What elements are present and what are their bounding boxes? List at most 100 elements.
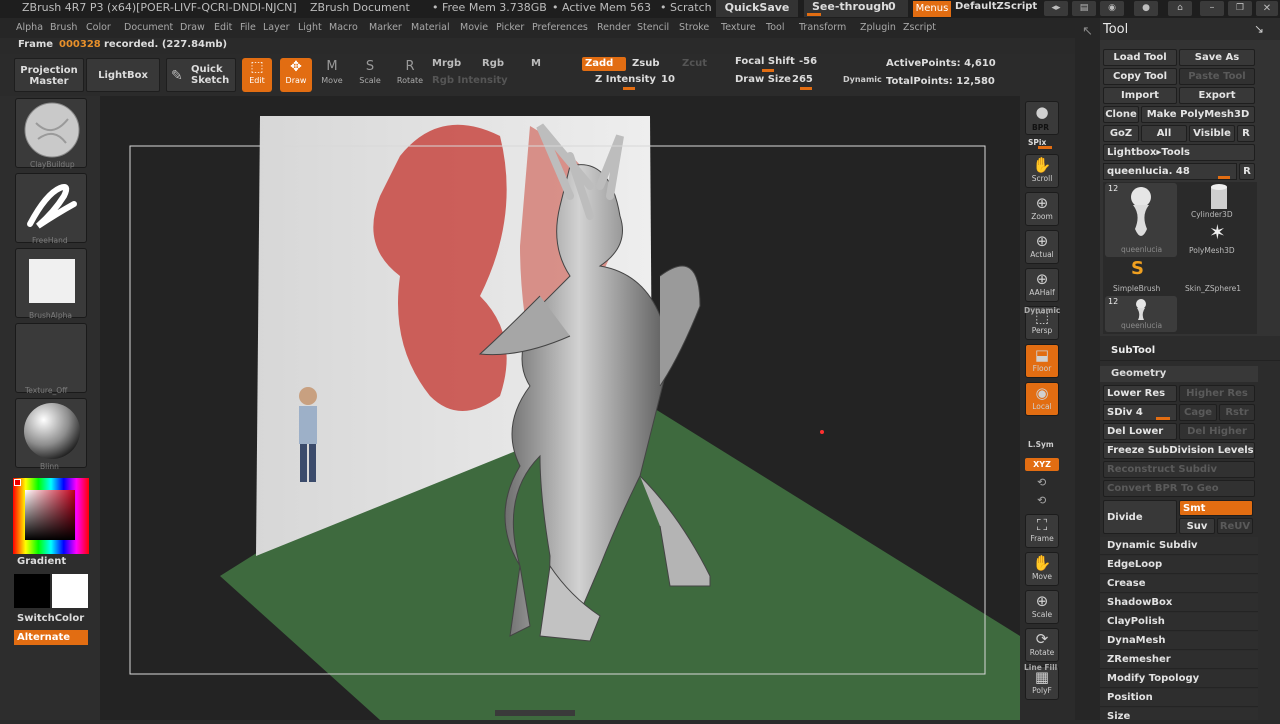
viewport-scrollbar[interactable] bbox=[495, 710, 575, 716]
lightbox-button[interactable]: LightBox bbox=[86, 58, 160, 92]
draw-mode-button[interactable]: ✥ Draw bbox=[280, 58, 312, 92]
menu-movie[interactable]: Movie bbox=[460, 22, 488, 33]
section-dynamesh[interactable]: DynaMesh bbox=[1100, 632, 1258, 650]
section-zremesher[interactable]: ZRemesher bbox=[1100, 651, 1258, 669]
tool-thumb-queenlucia[interactable]: 12 queenlucia bbox=[1105, 183, 1177, 257]
menu-preferences[interactable]: Preferences bbox=[532, 22, 588, 33]
gradient-label[interactable]: Gradient bbox=[17, 556, 66, 567]
menu-file[interactable]: File bbox=[240, 22, 256, 33]
actual-button[interactable]: ⊕ Actual bbox=[1025, 230, 1059, 264]
section-edgeloop[interactable]: EdgeLoop bbox=[1100, 556, 1258, 574]
higher-res-button[interactable]: Higher Res bbox=[1179, 385, 1255, 402]
stroke-selector[interactable] bbox=[15, 173, 87, 243]
section-modify-topology[interactable]: Modify Topology bbox=[1100, 670, 1258, 688]
sphere-icon[interactable]: ● bbox=[1134, 1, 1158, 16]
geometry-header[interactable]: Geometry bbox=[1100, 366, 1258, 382]
subtool-header[interactable]: SubTool bbox=[1100, 341, 1280, 361]
alpha-selector[interactable] bbox=[15, 248, 87, 318]
goz-all-button[interactable]: All bbox=[1141, 125, 1187, 142]
reuv-toggle[interactable]: ReUV bbox=[1217, 518, 1253, 534]
z-intensity-slider[interactable]: Z Intensity 10 bbox=[585, 74, 715, 90]
layout-arrows-icon[interactable]: ◂▸ bbox=[1044, 1, 1068, 16]
rotate-mode-button[interactable]: R Rotate bbox=[394, 58, 426, 92]
focal-shift-slider[interactable]: Focal Shift -56 bbox=[730, 56, 870, 72]
see-through-slider[interactable]: See-through 0 bbox=[804, 0, 908, 17]
close-icon[interactable]: ✕ bbox=[1256, 1, 1278, 16]
menu-transform[interactable]: Transform bbox=[799, 22, 846, 33]
clone-button[interactable]: Clone bbox=[1103, 106, 1139, 123]
color-field[interactable] bbox=[25, 490, 75, 540]
menu-picker[interactable]: Picker bbox=[496, 22, 524, 33]
tool-thumb-cylinder[interactable]: Cylinder3D bbox=[1183, 183, 1255, 219]
menu-zplugin[interactable]: Zplugin bbox=[860, 22, 896, 33]
menu-tool[interactable]: Tool bbox=[766, 22, 784, 33]
frame-button[interactable]: ⛶ Frame bbox=[1025, 514, 1059, 548]
minimize-icon[interactable]: – bbox=[1200, 1, 1224, 16]
export-button[interactable]: Export bbox=[1179, 87, 1255, 104]
maximize-icon[interactable]: ❐ bbox=[1228, 1, 1252, 16]
sym-rotate-icon-2[interactable]: ⟲ bbox=[1037, 494, 1046, 507]
lower-res-button[interactable]: Lower Res bbox=[1103, 385, 1177, 402]
convert-bpr-button[interactable]: Convert BPR To Geo bbox=[1103, 480, 1255, 497]
load-tool-button[interactable]: Load Tool bbox=[1103, 49, 1177, 66]
menu-render[interactable]: Render bbox=[597, 22, 631, 33]
rotate-button[interactable]: ⟳ Rotate bbox=[1025, 628, 1059, 662]
goz-button[interactable]: GoZ bbox=[1103, 125, 1139, 142]
quicksave-button[interactable]: QuickSave bbox=[716, 0, 798, 17]
color-picker[interactable] bbox=[13, 478, 89, 554]
menu-light[interactable]: Light bbox=[298, 22, 322, 33]
move-mode-button[interactable]: M Move bbox=[318, 58, 346, 92]
rgb-intensity-slider[interactable]: Rgb Intensity bbox=[432, 75, 508, 86]
section-size[interactable]: Size bbox=[1100, 708, 1258, 720]
divide-button[interactable]: Divide bbox=[1103, 500, 1177, 534]
floor-button[interactable]: ⬓ Floor bbox=[1025, 344, 1059, 378]
zcut-button[interactable]: Zcut bbox=[682, 58, 707, 69]
scale-button[interactable]: ⊕ Scale bbox=[1025, 590, 1059, 624]
zadd-button[interactable]: Zadd bbox=[582, 57, 626, 71]
reconstruct-subdiv-button[interactable]: Reconstruct Subdiv bbox=[1103, 461, 1255, 478]
tool-thumb-queenlucia-2[interactable]: 12 queenlucia bbox=[1105, 296, 1177, 332]
menus-button[interactable]: Menus bbox=[913, 1, 951, 17]
section-shadowbox[interactable]: ShadowBox bbox=[1100, 594, 1258, 612]
smt-toggle[interactable]: Smt bbox=[1179, 500, 1253, 516]
xyz-button[interactable]: XYZ bbox=[1025, 458, 1059, 471]
section-claypolish[interactable]: ClayPolish bbox=[1100, 613, 1258, 631]
lock-icon[interactable]: ⌂ bbox=[1168, 1, 1192, 16]
alternate-button[interactable]: Alternate bbox=[14, 630, 88, 645]
make-polymesh-button[interactable]: Make PolyMesh3D bbox=[1141, 106, 1255, 123]
section-dynamic-subdiv[interactable]: Dynamic Subdiv bbox=[1100, 537, 1258, 555]
projection-master-button[interactable]: Projection Master bbox=[14, 58, 84, 92]
rstr-button[interactable]: Rstr bbox=[1219, 404, 1255, 421]
script-name[interactable]: DefaultZScript bbox=[955, 1, 1037, 12]
sym-rotate-icon-1[interactable]: ⟲ bbox=[1037, 476, 1046, 489]
copy-tool-button[interactable]: Copy Tool bbox=[1103, 68, 1177, 85]
import-button[interactable]: Import bbox=[1103, 87, 1177, 104]
menu-stencil[interactable]: Stencil bbox=[637, 22, 669, 33]
scale-mode-button[interactable]: S Scale bbox=[356, 58, 384, 92]
current-tool-slider[interactable]: queenlucia. 48 bbox=[1103, 163, 1237, 180]
goz-r-button[interactable]: R bbox=[1237, 125, 1255, 142]
brush-selector[interactable] bbox=[15, 98, 87, 168]
menu-macro[interactable]: Macro bbox=[329, 22, 358, 33]
menu-alpha[interactable]: Alpha bbox=[16, 22, 43, 33]
menu-texture[interactable]: Texture bbox=[721, 22, 756, 33]
menu-document[interactable]: Document bbox=[124, 22, 173, 33]
freeze-subdivision-button[interactable]: Freeze SubDivision Levels bbox=[1103, 442, 1255, 459]
secondary-color-swatch[interactable] bbox=[52, 574, 88, 608]
menu-marker[interactable]: Marker bbox=[369, 22, 402, 33]
menu-stroke[interactable]: Stroke bbox=[679, 22, 709, 33]
menu-zscript[interactable]: Zscript bbox=[903, 22, 936, 33]
goz-visible-button[interactable]: Visible bbox=[1189, 125, 1235, 142]
tool-thumb-skin-zsphere[interactable]: Skin_ZSphere1 bbox=[1183, 258, 1255, 294]
sdiv-slider[interactable]: SDiv 4 bbox=[1103, 404, 1177, 421]
palette-icon[interactable]: ▤ bbox=[1072, 1, 1096, 16]
cage-button[interactable]: Cage bbox=[1179, 404, 1217, 421]
tool-thumb-polymesh[interactable]: ✶ PolyMesh3D bbox=[1183, 220, 1255, 256]
del-lower-button[interactable]: Del Lower bbox=[1103, 423, 1177, 440]
menu-edit[interactable]: Edit bbox=[214, 22, 232, 33]
menu-material[interactable]: Material bbox=[411, 22, 450, 33]
zsub-button[interactable]: Zsub bbox=[632, 58, 659, 69]
draw-size-slider[interactable]: Draw Size 265 Dynamic bbox=[730, 74, 882, 90]
switch-color-button[interactable]: SwitchColor bbox=[17, 613, 84, 624]
menu-color[interactable]: Color bbox=[86, 22, 111, 33]
